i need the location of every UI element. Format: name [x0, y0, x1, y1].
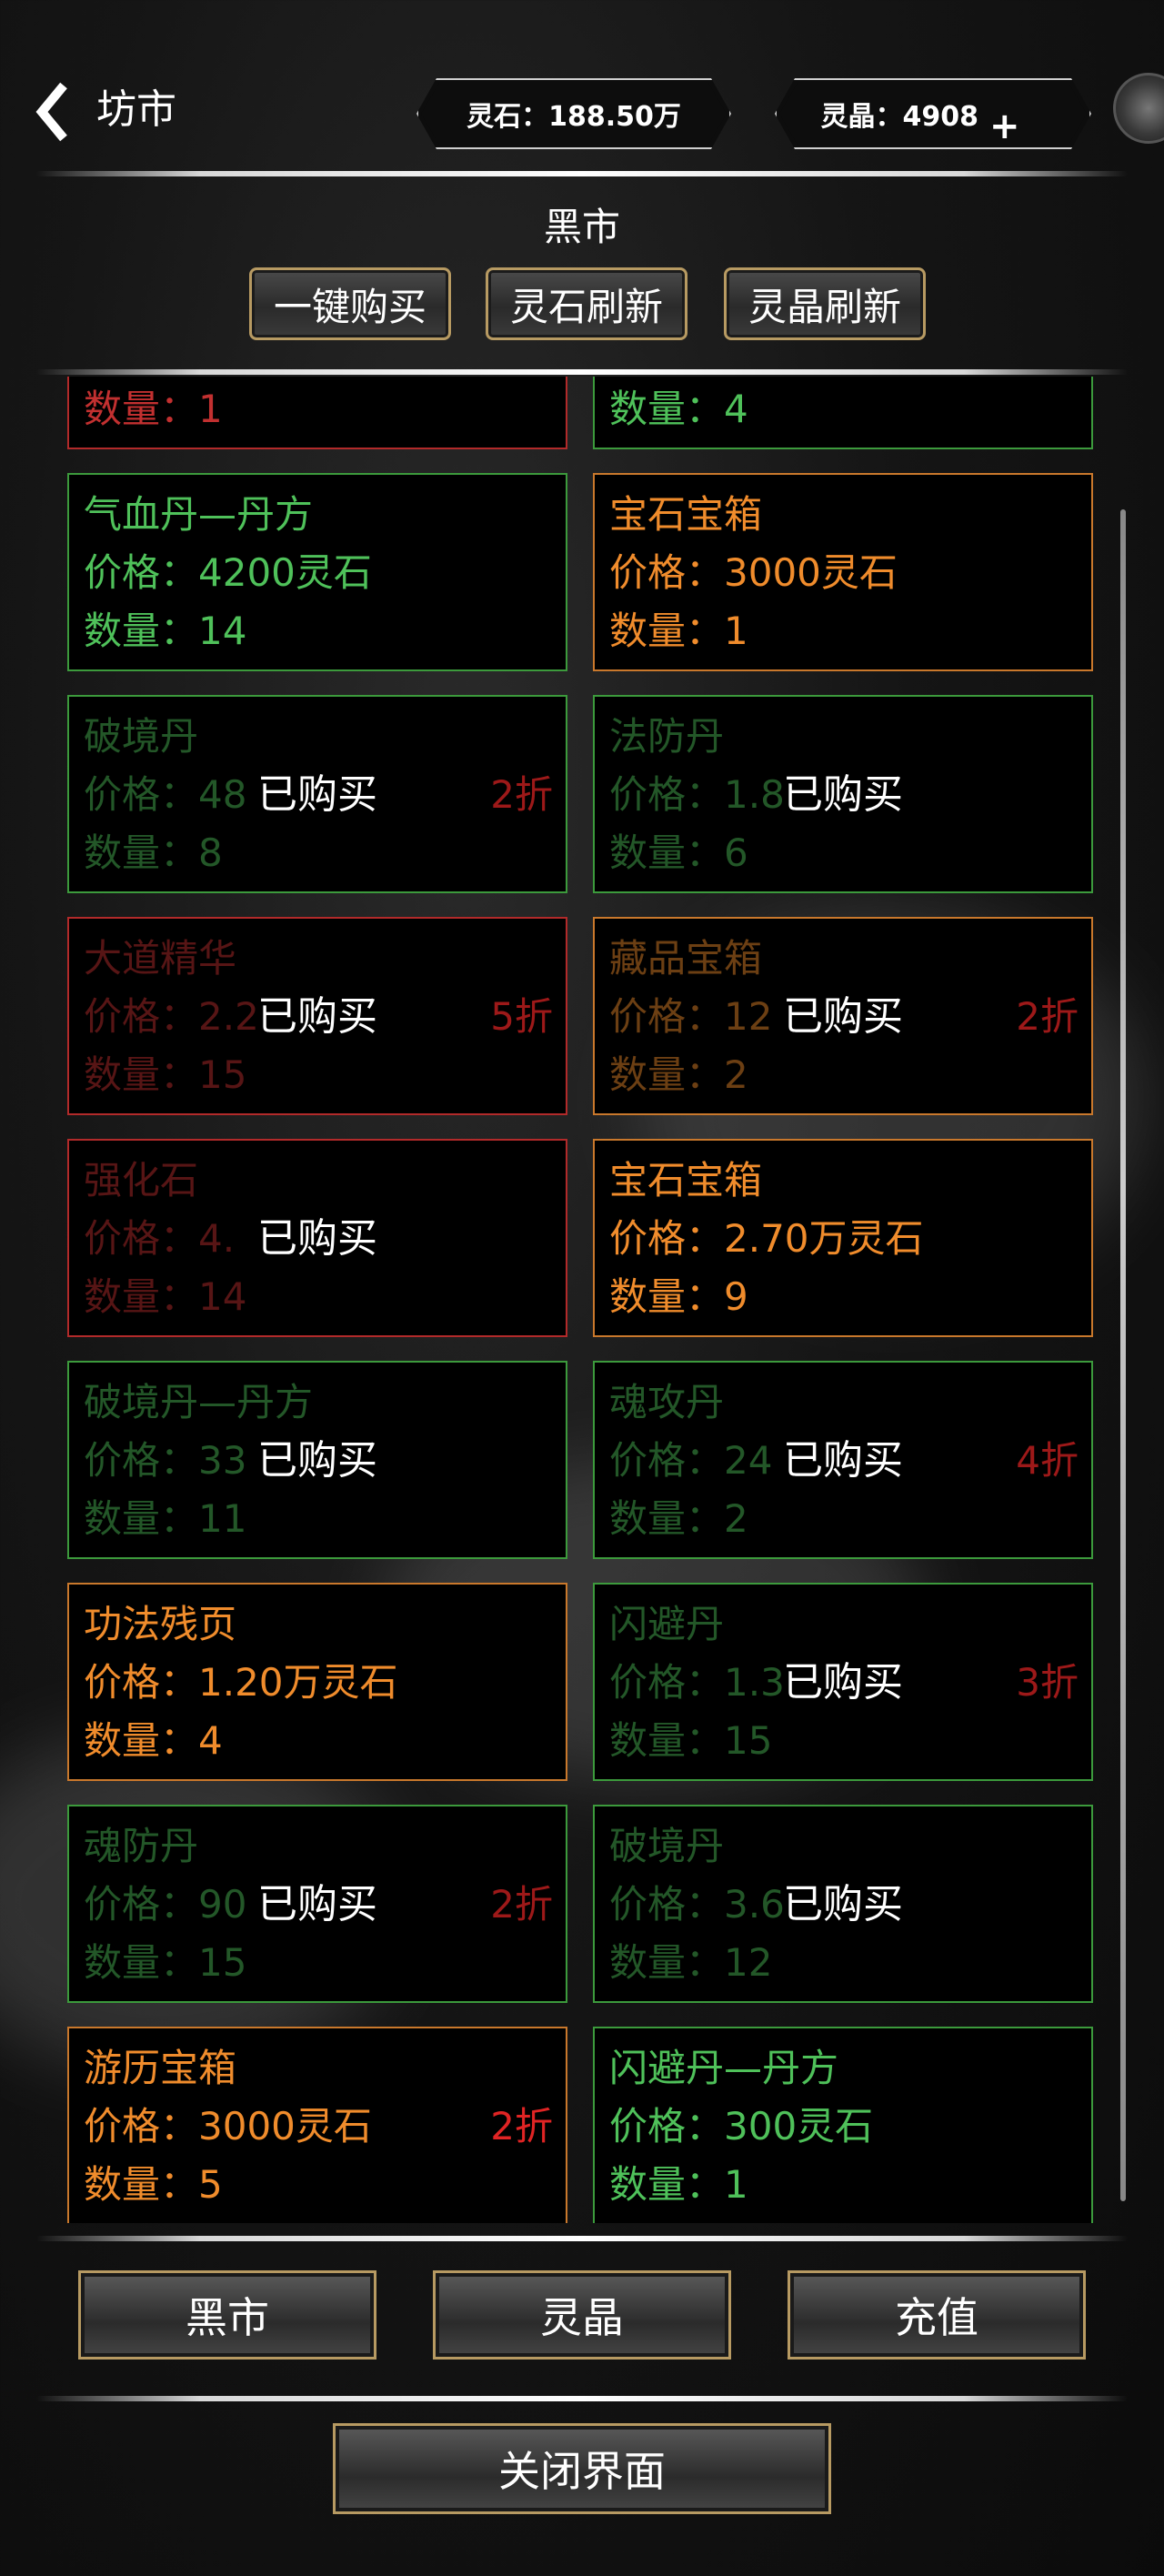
list-bottom-divider [36, 2236, 1128, 2241]
item-quantity: 数量：11 [84, 1496, 247, 1541]
item-card[interactable]: 功法残页价格：1.20万灵石 数量：4 [67, 1583, 567, 1781]
item-price: 价格：1.20万灵石 [84, 1660, 398, 1705]
item-quantity: 数量：14 [84, 609, 247, 653]
discount-badge: 2折 [490, 2104, 553, 2148]
item-quantity: 数量：1 [609, 2162, 748, 2207]
discount-badge: 2折 [490, 1882, 553, 1927]
item-quantity: 数量：1 [609, 609, 748, 653]
item-quantity: 数量：12 [609, 1940, 773, 1985]
buy-all-button[interactable]: 一键购买 [249, 267, 451, 340]
item-card[interactable]: 破境丹—丹方 价格：33 数量：11 已购买 [67, 1361, 567, 1559]
item-price: 价格：2.70万灵石 [609, 1216, 924, 1261]
tab-spirit-crystal[interactable]: 灵晶 [433, 2270, 731, 2360]
spirit-crystal-value: 灵晶：4908 [820, 101, 978, 133]
item-name: 魂攻丹 [609, 1380, 725, 1424]
tab-black-market[interactable]: 黑市 [78, 2270, 376, 2360]
item-card[interactable]: 魂攻丹 价格：24 数量：2 已购买 4折 [593, 1361, 1093, 1559]
discount-badge: 4折 [1016, 1438, 1079, 1483]
item-card[interactable]: 闪避丹—丹方 价格：300灵石 数量：1 [593, 2027, 1093, 2223]
item-card[interactable]: 魂防丹 价格：90 数量：15 已购买 2折 [67, 1805, 567, 2003]
sold-label: 已购买 [257, 1215, 377, 1262]
item-price: 价格：3000灵石 [84, 2104, 372, 2148]
item-quantity: 数量：6 [609, 830, 748, 875]
spirit-stone-value: 灵石：188.50万 [467, 101, 681, 133]
item-quantity: 数量：14 [84, 1274, 247, 1319]
item-quantity: 数量：15 [84, 1052, 247, 1097]
item-card[interactable]: 破境丹 价格：48 数量：8 已购买 2折 [67, 695, 567, 893]
item-card[interactable]: 闪避丹 价格：1.3 数量：15 已购买 3折 [593, 1583, 1093, 1781]
item-card[interactable]: 法防丹 价格：1.8 数量：6 已购买 [593, 695, 1093, 893]
sold-label: 已购买 [783, 771, 903, 818]
spirit-crystal-balance: 灵晶：4908 + [775, 78, 1091, 149]
item-price: 价格：300灵石 [609, 2104, 874, 2148]
header-divider [36, 171, 1128, 176]
item-name: 法防丹 [609, 714, 725, 759]
item-grid[interactable]: 数量：1 数量：4 气血丹—丹方 价格：4200灵石 数量：14 宝石宝箱 价格：3000… [67, 377, 1099, 2223]
item-price: 价格：4200灵石 [84, 550, 372, 595]
page-title: 坊市 [96, 86, 176, 133]
item-name: 闪避丹—丹方 [609, 2046, 839, 2090]
item-name: 藏品宝箱 [609, 936, 763, 981]
item-quantity: 数量：2 [609, 1496, 748, 1541]
item-quantity: 数量：8 [84, 830, 223, 875]
tab-recharge[interactable]: 充值 [788, 2270, 1086, 2360]
item-card[interactable]: 游历宝箱价格：3000灵石 数量：5 2折 [67, 2027, 567, 2223]
footer-divider [36, 2396, 1128, 2401]
item-card[interactable]: 破境丹 价格：3.6 数量：12 已购买 [593, 1805, 1093, 2003]
crystal-refresh-button[interactable]: 灵晶刷新 [724, 267, 926, 340]
item-name: 气血丹—丹方 [84, 492, 314, 537]
item-card[interactable]: 数量：4 [593, 377, 1093, 449]
sold-label: 已购买 [783, 1881, 903, 1927]
item-quantity: 数量：9 [609, 1274, 748, 1319]
item-card[interactable]: 藏品宝箱 价格：12 数量：2 已购买 2折 [593, 917, 1093, 1115]
spirit-stone-balance: 灵石：188.50万 [416, 78, 731, 149]
sold-label: 已购买 [257, 1437, 377, 1484]
item-name: 魂防丹 [84, 1824, 199, 1868]
section-title: 黑市 [543, 205, 620, 249]
discount-badge: 5折 [490, 994, 553, 1039]
item-price: 价格：3000灵石 [609, 550, 898, 595]
item-quantity: 数量：1 [84, 387, 223, 431]
item-quantity: 数量：2 [609, 1052, 748, 1097]
item-name: 游历宝箱 [84, 2046, 237, 2090]
menu-orb-icon[interactable] [1113, 73, 1164, 144]
item-name: 破境丹 [609, 1824, 725, 1868]
item-card[interactable]: 宝石宝箱价格：2.70万灵石 数量：9 [593, 1139, 1093, 1337]
back-arrow-icon[interactable] [33, 80, 73, 144]
discount-badge: 2折 [1016, 994, 1079, 1039]
stone-refresh-button[interactable]: 灵石刷新 [486, 267, 687, 340]
item-name: 闪避丹 [609, 1602, 725, 1646]
item-name: 破境丹—丹方 [84, 1380, 314, 1424]
item-card[interactable]: 气血丹—丹方价格：4200灵石 数量：14 [67, 473, 567, 671]
item-name: 强化石 [84, 1158, 199, 1202]
discount-badge: 3折 [1016, 1660, 1079, 1705]
item-quantity: 数量：5 [84, 2162, 223, 2207]
scrollbar[interactable] [1120, 509, 1126, 2201]
item-quantity: 数量：4 [609, 387, 748, 431]
item-quantity: 数量：4 [84, 1718, 223, 1763]
item-card[interactable]: 宝石宝箱价格：3000灵石 数量：1 [593, 473, 1093, 671]
item-card[interactable]: 数量：1 [67, 377, 567, 449]
plus-icon[interactable]: + [989, 106, 1020, 146]
item-quantity: 数量：15 [84, 1940, 247, 1985]
item-card[interactable]: 大道精华 价格：2.2 数量：15 已购买 5折 [67, 917, 567, 1115]
close-button[interactable]: 关闭界面 [333, 2423, 831, 2514]
item-name: 破境丹 [84, 714, 199, 759]
discount-badge: 2折 [490, 772, 553, 817]
list-top-divider [36, 369, 1128, 375]
item-card[interactable]: 强化石 价格：4. 数量：14 已购买 [67, 1139, 567, 1337]
item-name: 宝石宝箱 [609, 1158, 763, 1202]
item-name: 功法残页 [84, 1602, 237, 1646]
item-name: 宝石宝箱 [609, 492, 763, 537]
item-quantity: 数量：15 [609, 1718, 773, 1763]
item-name: 大道精华 [84, 936, 237, 981]
